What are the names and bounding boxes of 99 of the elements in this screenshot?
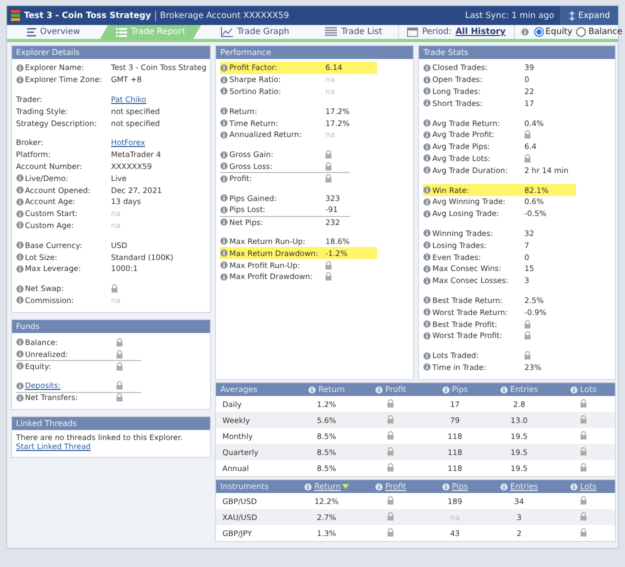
info-icon[interactable]: [423, 198, 432, 206]
period-link[interactable]: All History: [455, 27, 506, 37]
info-icon[interactable]: [423, 166, 432, 174]
info-icon[interactable]: [16, 253, 24, 262]
info-icon[interactable]: [570, 482, 578, 491]
info-icon[interactable]: [308, 386, 316, 394]
info-icon[interactable]: [375, 386, 384, 394]
info-icon[interactable]: [423, 229, 432, 238]
info-icon[interactable]: [16, 186, 24, 194]
info-icon[interactable]: [16, 350, 24, 358]
info-icon[interactable]: [220, 130, 228, 139]
info-icon[interactable]: [220, 150, 228, 159]
panel-title: Funds: [12, 320, 210, 334]
info-icon[interactable]: [423, 332, 432, 340]
table-icon: [325, 27, 338, 37]
info-icon[interactable]: [16, 221, 24, 230]
tab[interactable]: Overview: [11, 25, 96, 39]
info-icon[interactable]: [16, 241, 24, 250]
tab[interactable]: Trade Graph: [205, 25, 306, 39]
info-icon[interactable]: [16, 174, 24, 182]
info-icon[interactable]: [423, 308, 432, 316]
info-icon[interactable]: [423, 296, 432, 304]
info-icon[interactable]: [220, 76, 228, 84]
info-icon[interactable]: [220, 206, 228, 214]
info-icon[interactable]: [220, 261, 228, 270]
info-icon[interactable]: [423, 210, 432, 218]
info-icon[interactable]: [16, 198, 24, 206]
info-icon[interactable]: [423, 363, 432, 372]
column-header: Entries: [500, 385, 538, 394]
panel-title: Linked Threads: [12, 417, 210, 430]
info-icon[interactable]: [442, 386, 450, 394]
info-icon[interactable]: [500, 482, 508, 491]
info-icon[interactable]: [423, 352, 432, 360]
info-icon[interactable]: [16, 338, 24, 346]
info-icon[interactable]: [220, 162, 228, 170]
info-icon[interactable]: [423, 64, 432, 72]
info-icon[interactable]: [220, 218, 228, 226]
info-icon[interactable]: [16, 76, 24, 84]
calendar-icon: [407, 27, 418, 37]
info-icon[interactable]: [423, 99, 432, 108]
info-icon[interactable]: [220, 64, 228, 72]
column-header: Lots: [570, 385, 597, 394]
info-icon[interactable]: [375, 482, 384, 491]
info-icon[interactable]: [220, 87, 228, 96]
mode-radio[interactable]: Equity: [534, 27, 572, 37]
period-label: Period:: [422, 27, 452, 37]
info-icon[interactable]: [423, 130, 432, 139]
info-icon[interactable]: [220, 174, 228, 183]
info-icon[interactable]: [16, 64, 24, 72]
info-icon[interactable]: [570, 386, 578, 394]
panel-title: Trade Stats: [419, 46, 616, 59]
info-icon[interactable]: [220, 249, 228, 258]
sync-status: Last Sync: 1 min ago: [465, 10, 554, 20]
info-icon[interactable]: [220, 107, 228, 116]
expand-icon: [568, 10, 576, 20]
tab[interactable]: Trade List: [309, 25, 398, 39]
radio-icon[interactable]: [576, 27, 586, 37]
info-icon[interactable]: [520, 28, 529, 36]
panel-title: Performance: [216, 46, 414, 59]
info-icon[interactable]: [220, 194, 228, 202]
column-header: Profit: [375, 385, 406, 394]
info-icon[interactable]: [16, 284, 24, 293]
info-icon[interactable]: [423, 186, 432, 194]
panel-title: Explorer Details: [12, 46, 210, 59]
info-icon[interactable]: [423, 142, 432, 151]
info-icon[interactable]: [442, 482, 450, 491]
logo-icon: [11, 10, 20, 21]
info-icon[interactable]: [500, 386, 508, 394]
info-icon[interactable]: [423, 154, 432, 162]
info-icon[interactable]: [16, 394, 24, 402]
info-icon[interactable]: [16, 210, 24, 218]
info-icon[interactable]: [16, 362, 24, 370]
info-icon[interactable]: [16, 382, 24, 390]
info-icon[interactable]: [423, 320, 432, 328]
table-title: Averages: [219, 385, 258, 394]
info-icon[interactable]: [423, 276, 432, 285]
line-chart-icon: [221, 27, 234, 37]
info-icon[interactable]: [423, 119, 432, 128]
info-icon[interactable]: [423, 253, 432, 262]
info-icon[interactable]: [16, 296, 24, 304]
list-icon: [27, 28, 36, 36]
info-icon[interactable]: [423, 87, 432, 96]
info-icon[interactable]: [16, 264, 24, 273]
info-icon[interactable]: [304, 482, 312, 491]
info-icon[interactable]: [220, 272, 228, 281]
info-icon[interactable]: [423, 241, 432, 250]
info-icon[interactable]: [220, 119, 228, 128]
mode-radio[interactable]: Balance: [576, 27, 622, 37]
bullet-list-icon: [116, 28, 128, 36]
column-header: Return: [308, 385, 345, 394]
expand-button[interactable]: Expand: [560, 6, 618, 25]
radio-icon[interactable]: [534, 27, 544, 37]
window-title: Test 3 - Coin Toss Strategy: [24, 10, 152, 20]
account-subtitle: Brokerage Account XXXXXX59: [155, 10, 290, 20]
column-header: Pips: [442, 385, 468, 394]
info-icon[interactable]: [423, 76, 432, 84]
table-title: Instruments: [219, 482, 270, 492]
info-icon[interactable]: [423, 264, 432, 273]
info-icon[interactable]: [220, 237, 228, 246]
